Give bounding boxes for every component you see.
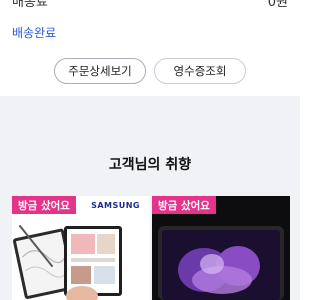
recommend-title: 고객님의 취향 [108,157,192,173]
order-summary-row: 배송료 0원 [0,0,300,10]
receipt-lookup-button[interactable]: 영수증조회 [154,58,246,84]
just-bought-badge: 방금 샀어요 [12,196,76,214]
just-bought-badge: 방금 샀어요 [152,196,216,214]
order-detail-button[interactable]: 주문상세보기 [54,58,146,84]
product-card-samsung-tablet[interactable]: 방금 샀어요 SAMSUNG [12,196,150,300]
delivery-status: 배송완료 [12,26,57,40]
order-summary-value: 0원 [267,0,288,10]
product-card-ipad[interactable]: 방금 샀어요 [152,196,290,300]
samsung-logo: SAMSUNG [91,201,140,210]
order-summary-label: 배송료 [12,0,48,10]
